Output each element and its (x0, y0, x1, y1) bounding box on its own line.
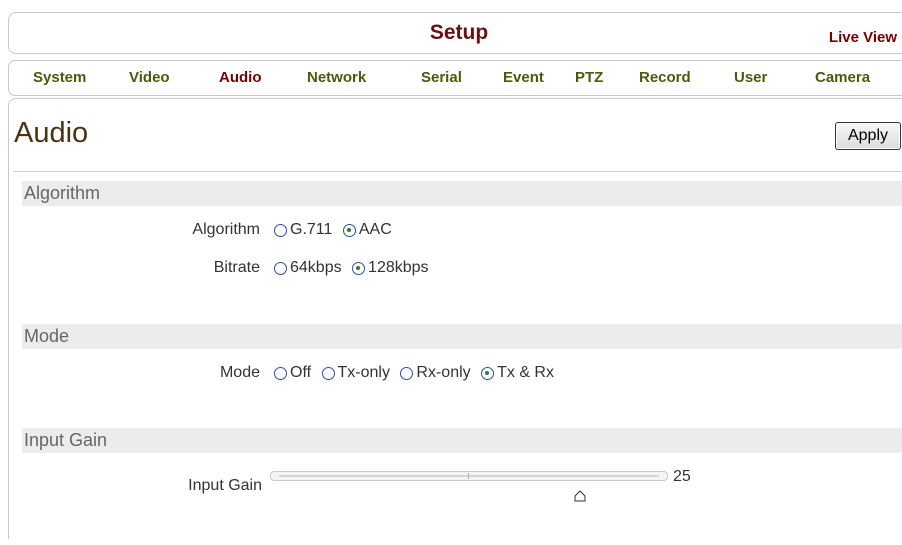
page-header-title: Setup (429, 21, 489, 44)
nav-item-record[interactable]: Record (639, 69, 691, 86)
radio-circle-checked-icon (352, 261, 366, 275)
radio-circle-icon (274, 366, 287, 380)
radio-circle-checked-icon (342, 223, 356, 237)
section-header-algorithm: Algorithm (22, 181, 902, 206)
input-gain-label: Input Gain (188, 477, 262, 494)
nav-item-camera[interactable]: Camera (815, 69, 870, 86)
top-header-bar: Setup Live View (8, 12, 902, 54)
radio-bitrate-128kbps[interactable]: 128kbps (352, 259, 429, 277)
radio-mode-tx-only[interactable]: Tx-only (321, 364, 390, 382)
radio-circle-icon (400, 366, 414, 380)
slider-track-line (279, 475, 659, 477)
page-title: Audio (14, 117, 89, 149)
mode-radio-group: Off Tx-only Rx-only Tx & Rx (274, 364, 560, 385)
nav-item-event[interactable]: Event (503, 69, 544, 86)
radio-circle-icon (274, 261, 287, 275)
apply-button[interactable]: Apply (835, 122, 901, 150)
bitrate-radio-group: 64kbps 128kbps (274, 259, 435, 280)
radio-mode-tx-rx[interactable]: Tx & Rx (481, 364, 554, 382)
radio-circle-checked-icon (481, 366, 495, 380)
nav-item-network[interactable]: Network (307, 69, 366, 86)
algorithm-label: Algorithm (192, 221, 260, 238)
radio-mode-rx-only[interactable]: Rx-only (400, 364, 471, 382)
nav-item-ptz[interactable]: PTZ (575, 69, 603, 86)
bitrate-label: Bitrate (213, 259, 260, 276)
algorithm-radio-group: G.711 AAC (274, 221, 398, 242)
input-gain-value: 25 (673, 468, 691, 485)
slider-thumb-icon[interactable] (573, 489, 587, 503)
title-divider (14, 171, 902, 172)
radio-bitrate-64kbps[interactable]: 64kbps (274, 259, 342, 277)
nav-item-user[interactable]: User (734, 69, 767, 86)
input-gain-slider-track[interactable] (270, 471, 668, 481)
radio-circle-icon (274, 223, 287, 237)
mode-label: Mode (219, 364, 260, 381)
radio-circle-icon (321, 366, 335, 380)
section-header-input-gain: Input Gain (22, 428, 902, 453)
nav-item-video[interactable]: Video (129, 69, 170, 86)
section-header-mode: Mode (22, 324, 902, 349)
setup-nav-bar: System Video Audio Network Serial Event … (8, 60, 902, 96)
radio-mode-off[interactable]: Off (274, 364, 311, 382)
radio-algorithm-aac[interactable]: AAC (342, 221, 392, 239)
slider-mid-tick (468, 473, 469, 479)
radio-algorithm-g711[interactable]: G.711 (274, 221, 332, 239)
nav-item-audio[interactable]: Audio (219, 69, 262, 86)
nav-item-system[interactable]: System (33, 69, 86, 86)
nav-item-serial[interactable]: Serial (421, 69, 462, 86)
live-view-link[interactable]: Live View (829, 29, 897, 46)
